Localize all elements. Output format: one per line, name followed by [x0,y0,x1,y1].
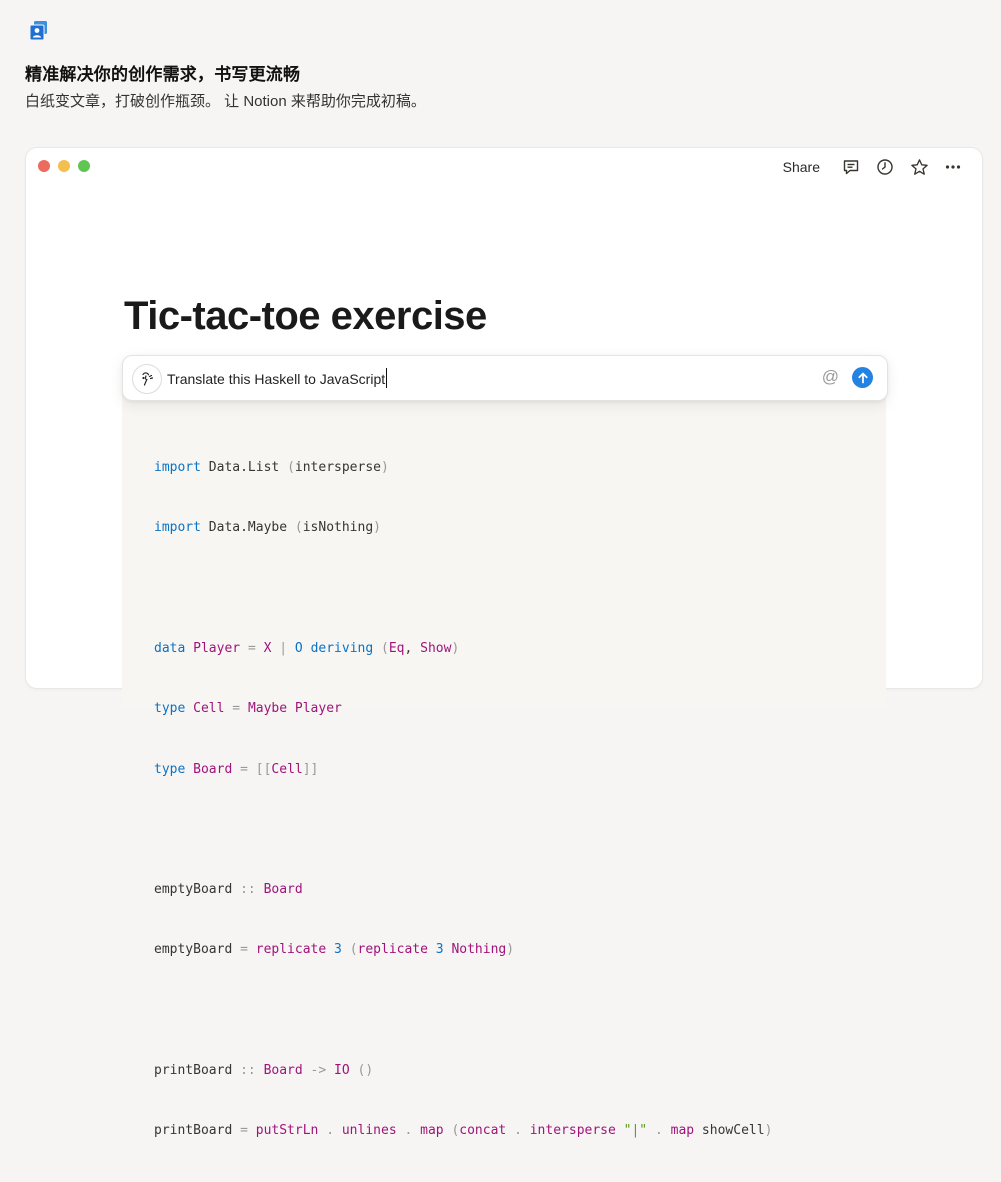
code-block[interactable]: import Data.List (intersperse) import Da… [122,388,886,1138]
code-line: type Board = [[Cell]] [154,761,319,777]
app-window: Share Tic-tac-toe exercise import Data.L… [25,147,983,1138]
code-line: printBoard :: Board -> IO () [154,1063,374,1078]
code-line: printBoard = putStrLn . unlines . map (c… [154,1123,773,1139]
page-toolbar: Share [775,154,970,180]
feature-description: 白纸变文章，打破创作瓶颈。 让 Notion 来帮助你完成初稿。 [25,93,426,110]
send-arrow-icon[interactable] [852,367,873,388]
code-line: emptyBoard :: Board [154,882,303,898]
feature-headline: 精准解决你的创作需求，书写更流畅 [25,65,301,84]
code-line: import Data.List (intersperse) [154,460,389,476]
comments-icon[interactable] [834,154,868,180]
mention-at-icon[interactable]: @ [822,367,839,387]
ai-prompt-input[interactable]: Translate this Haskell to JavaScript [167,368,388,388]
code-line: type Cell = Maybe Player [154,701,342,717]
history-clock-icon[interactable] [868,154,902,180]
notion-ai-icon [28,20,50,42]
minimize-window-button[interactable] [58,160,70,172]
text-caret [386,368,388,388]
code-line: emptyBoard = replicate 3 (replicate 3 No… [154,942,515,958]
maximize-window-button[interactable] [78,160,90,172]
ai-prompt-text: Translate this Haskell to JavaScript [167,371,386,387]
close-window-button[interactable] [38,160,50,172]
code-line: import Data.Maybe (isNothing) [154,520,381,536]
ai-face-icon [132,364,162,394]
favorite-star-icon[interactable] [902,154,936,180]
page-title: Tic-tac-toe exercise [124,294,487,338]
haskell-code: import Data.List (intersperse) import Da… [154,418,772,1182]
code-line: data Player = X | O deriving (Eq, Show) [154,641,460,657]
share-button[interactable]: Share [775,155,828,179]
more-options-icon[interactable] [936,154,970,180]
window-controls [38,160,90,172]
ai-prompt-bar: Translate this Haskell to JavaScript @ [122,355,888,401]
